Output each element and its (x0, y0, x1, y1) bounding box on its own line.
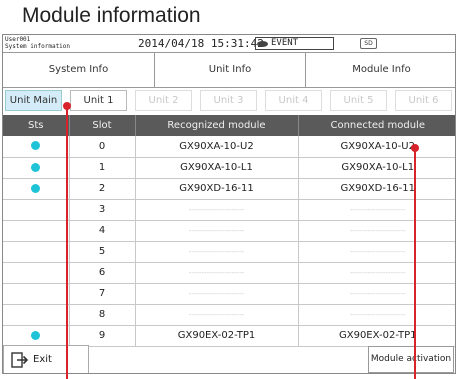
slot-cell: 8 (69, 304, 136, 326)
slot-cell: 7 (69, 283, 136, 305)
status-cell (3, 157, 70, 179)
table-row[interactable]: 5 ---------------------- -----------------… (3, 241, 455, 263)
device-screen: User001 System information 2014/04/18 15… (2, 34, 456, 374)
recognized-module-cell: GX90XA-10-L1 (135, 157, 299, 179)
unit-tab-5: Unit 5 (330, 90, 387, 111)
unit-tab-main[interactable]: Unit Main (5, 90, 62, 111)
slot-cell: 2 (69, 178, 136, 200)
table-body: 0 GX90XA-10-U2 GX90XA-10-U2 1 GX90XA-10-L1 GX… (3, 136, 455, 347)
status-cell (3, 178, 70, 200)
status-cell (3, 304, 70, 326)
module-activation-button[interactable]: Module activation (368, 346, 454, 373)
table-row[interactable]: 4 ---------------------- -----------------… (3, 220, 455, 242)
unit-tab-3: Unit 3 (200, 90, 257, 111)
status-bar: User001 System information 2014/04/18 15… (3, 35, 455, 53)
connected-module-empty-cell: ---------------------- (298, 199, 455, 221)
table-row[interactable]: 8 ---------------------- -----------------… (3, 304, 455, 326)
table-row[interactable]: 2 GX90XD-16-11 GX90XD-16-11 (3, 178, 455, 200)
table-header-row: Sts Slot Recognized module Connected mod… (3, 115, 455, 136)
exit-label: Exit (33, 354, 52, 365)
unit-tab-1[interactable]: Unit 1 (70, 90, 127, 111)
status-cell (3, 136, 70, 158)
recognized-module-empty-cell: ---------------------- (135, 283, 299, 305)
connected-module-empty-cell: ---------------------- (298, 220, 455, 242)
recognized-module-empty-cell: ---------------------- (135, 241, 299, 263)
table-row[interactable]: 9 GX90EX-02-TP1 GX90EX-02-TP1 (3, 325, 455, 347)
table-row[interactable]: 1 GX90XA-10-L1 GX90XA-10-L1 (3, 157, 455, 179)
sd-card-icon: SD (360, 38, 377, 49)
datetime: 2014/04/18 15:31:42 (138, 37, 264, 50)
status-cell (3, 325, 70, 347)
table-row[interactable]: 6 ---------------------- -----------------… (3, 262, 455, 284)
user-name: User001 (5, 36, 31, 43)
callout-line-connected (414, 148, 416, 379)
status-ok-icon (31, 162, 41, 172)
slot-cell: 0 (69, 136, 136, 158)
connected-module-cell: GX90XA-10-L1 (298, 157, 455, 179)
exit-icon (11, 352, 29, 368)
slot-cell: 1 (69, 157, 136, 179)
header-sts: Sts (3, 115, 70, 136)
table-row[interactable]: 3 ---------------------- -----------------… (3, 199, 455, 221)
recognized-module-empty-cell: ---------------------- (135, 199, 299, 221)
callout-dot-connected (411, 144, 419, 152)
connected-module-empty-cell: ---------------------- (298, 241, 455, 263)
tab-unit-info[interactable]: Unit Info (155, 53, 306, 87)
unit-tab-2: Unit 2 (135, 90, 192, 111)
connected-module-cell: GX90XA-10-U2 (298, 136, 455, 158)
slot-cell: 4 (69, 220, 136, 242)
screen-name: System information (5, 43, 71, 50)
unit-tabs: Unit Main Unit 1 Unit 2 Unit 3 Unit 4 Un… (3, 88, 455, 112)
main-tabs: System Info Unit Info Module Info (3, 53, 455, 88)
bottom-bar: Exit Module activation (3, 345, 455, 373)
status-ok-icon (31, 330, 41, 340)
header-recognized-module: Recognized module (135, 115, 299, 136)
memory-icon (257, 41, 268, 47)
callout-dot-unit-tab (63, 102, 71, 110)
connected-module-cell: GX90EX-02-TP1 (298, 325, 455, 347)
status-cell (3, 262, 70, 284)
recognized-module-empty-cell: ---------------------- (135, 262, 299, 284)
slot-cell: 6 (69, 262, 136, 284)
recognized-module-cell: GX90XD-16-11 (135, 178, 299, 200)
connected-module-empty-cell: ---------------------- (298, 283, 455, 305)
page-heading: Module information (22, 4, 201, 27)
event-label: EVENT (271, 38, 299, 48)
slot-cell: 3 (69, 199, 136, 221)
recognized-module-empty-cell: ---------------------- (135, 220, 299, 242)
status-ok-icon (31, 141, 41, 151)
connected-module-empty-cell: ---------------------- (298, 262, 455, 284)
recognized-module-empty-cell: ---------------------- (135, 304, 299, 326)
unit-tab-4: Unit 4 (265, 90, 322, 111)
connected-module-empty-cell: ---------------------- (298, 304, 455, 326)
status-cell (3, 283, 70, 305)
status-cell (3, 199, 70, 221)
status-cell (3, 220, 70, 242)
tab-module-info[interactable]: Module Info (306, 53, 455, 87)
user-info: User001 System information (5, 36, 70, 50)
status-cell (3, 241, 70, 263)
tab-system-info[interactable]: System Info (3, 53, 155, 87)
callout-line-unit-tab (66, 106, 68, 379)
status-ok-icon (31, 183, 41, 193)
exit-button[interactable]: Exit (3, 345, 89, 373)
header-connected-module: Connected module (298, 115, 455, 136)
slot-cell: 5 (69, 241, 136, 263)
slot-cell: 9 (69, 325, 136, 347)
connected-module-cell: GX90XD-16-11 (298, 178, 455, 200)
recognized-module-cell: GX90XA-10-U2 (135, 136, 299, 158)
recognized-module-cell: GX90EX-02-TP1 (135, 325, 299, 347)
table-row[interactable]: 0 GX90XA-10-U2 GX90XA-10-U2 (3, 136, 455, 158)
header-slot: Slot (69, 115, 136, 136)
module-table: Sts Slot Recognized module Connected mod… (3, 115, 455, 347)
event-indicator[interactable]: EVENT (255, 37, 334, 50)
table-row[interactable]: 7 ---------------------- -----------------… (3, 283, 455, 305)
unit-tab-6: Unit 6 (395, 90, 452, 111)
